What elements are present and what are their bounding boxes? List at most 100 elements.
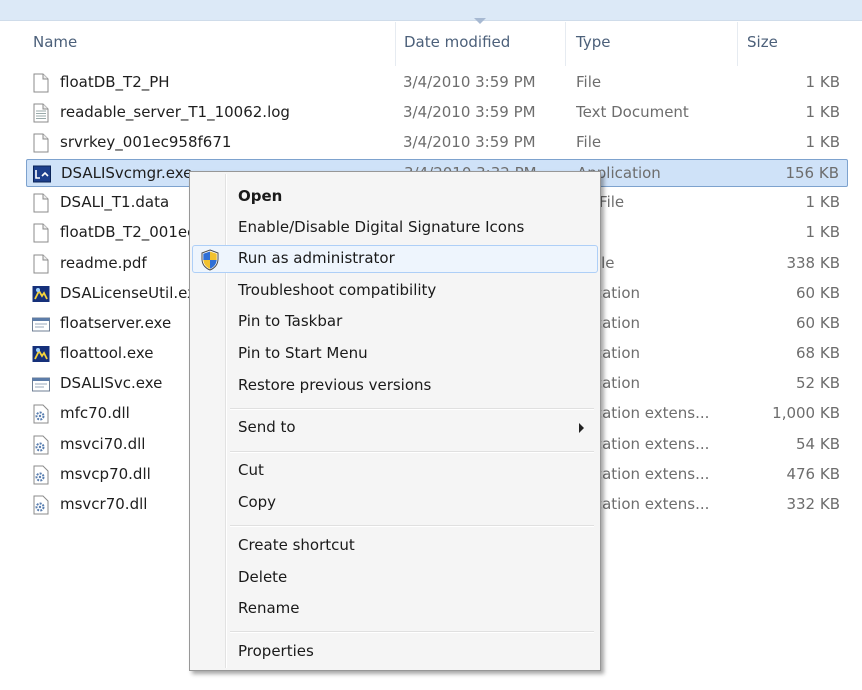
text-document-icon xyxy=(32,103,50,123)
file-type: plication xyxy=(576,374,641,392)
file-name: DSALicenseUtil.ex xyxy=(60,284,196,302)
dll-gear-icon xyxy=(32,435,50,455)
file-size: 1,000 KB xyxy=(772,404,840,422)
file-type: plication xyxy=(576,314,641,332)
file-size: 1 KB xyxy=(805,133,840,151)
file-date-modified: 3/4/2010 3:59 PM xyxy=(403,73,536,91)
file-type: plication extens... xyxy=(576,465,710,483)
menu-item-pin-to-start-menu[interactable]: Pin to Start Menu xyxy=(192,340,598,368)
column-header-type[interactable]: Type xyxy=(566,22,738,66)
menu-item-create-shortcut[interactable]: Create shortcut xyxy=(192,532,598,560)
file-type: plication xyxy=(576,344,641,362)
file-name: floatDB_T2_PH xyxy=(60,73,170,91)
file-type: TA File xyxy=(576,193,625,211)
menu-item-rename[interactable]: Rename xyxy=(192,595,598,623)
menu-item-properties[interactable]: Properties xyxy=(192,638,598,666)
file-type: plication extens... xyxy=(576,404,710,422)
file-size: 60 KB xyxy=(796,314,840,332)
file-size: 156 KB xyxy=(785,164,839,182)
menu-item-copy[interactable]: Copy xyxy=(192,489,598,517)
file-type: File xyxy=(576,73,602,91)
window-app-icon xyxy=(32,314,50,334)
blank-file-icon xyxy=(32,73,50,93)
file-size: 1 KB xyxy=(805,193,840,211)
menu-item-open[interactable]: Open xyxy=(192,183,598,211)
file-name: msvcp70.dll xyxy=(60,465,151,483)
uac-shield-icon xyxy=(200,249,220,271)
file-row[interactable]: readable_server_T1_10062.log 3/4/2010 3:5… xyxy=(26,99,848,127)
menu-item-label: Create shortcut xyxy=(238,536,355,554)
menu-item-run-as-administrator[interactable]: Run as administrator xyxy=(192,245,598,273)
file-name: DSALI_T1.data xyxy=(60,193,170,211)
menu-item-label: Cut xyxy=(238,461,264,479)
menu-item-label: Enable/Disable Digital Signature Icons xyxy=(238,218,525,236)
file-size: 332 KB xyxy=(786,495,840,513)
blank-file-icon xyxy=(32,254,50,274)
menu-item-label: Restore previous versions xyxy=(238,376,432,394)
file-name: floatserver.exe xyxy=(60,314,172,332)
submenu-arrow-icon xyxy=(579,423,584,433)
column-header-size[interactable]: Size xyxy=(738,22,848,66)
menu-item-label: Copy xyxy=(238,493,277,511)
menu-item-send-to[interactable]: Send to xyxy=(192,414,598,442)
file-name: DSALISvc.exe xyxy=(60,374,163,392)
file-type: plication extens... xyxy=(576,495,710,513)
file-date-modified: 3/4/2010 3:59 PM xyxy=(403,103,536,121)
column-header-date-modified[interactable]: Date modified xyxy=(396,22,566,66)
blank-file-icon xyxy=(32,133,50,153)
context-menu: Open Enable/Disable Digital Signature Ico… xyxy=(189,171,601,671)
file-name: readme.pdf xyxy=(60,254,147,272)
menu-separator xyxy=(230,408,594,410)
file-size: 1 KB xyxy=(805,103,840,121)
file-type: F File xyxy=(576,254,615,272)
menu-item-label: Delete xyxy=(238,568,288,586)
file-row[interactable]: srvrkey_001ec958f671 3/4/2010 3:59 PM File… xyxy=(26,129,848,157)
dll-gear-icon xyxy=(32,495,50,515)
menu-item-restore-previous-versions[interactable]: Restore previous versions xyxy=(192,372,598,400)
file-type: plication xyxy=(576,284,641,302)
file-size: 476 KB xyxy=(786,465,840,483)
file-size: 338 KB xyxy=(786,254,840,272)
service-manager-app-icon xyxy=(33,164,51,184)
file-name: mfc70.dll xyxy=(60,404,130,422)
file-name: msvci70.dll xyxy=(60,435,146,453)
file-name: srvrkey_001ec958f671 xyxy=(60,133,232,151)
file-size: 1 KB xyxy=(805,223,840,241)
menu-item-label: Send to xyxy=(238,418,296,436)
blank-file-icon xyxy=(32,193,50,213)
menu-item-digital-signature-icons[interactable]: Enable/Disable Digital Signature Icons xyxy=(192,214,598,242)
menu-item-delete[interactable]: Delete xyxy=(192,564,598,592)
file-size: 54 KB xyxy=(796,435,840,453)
menu-item-troubleshoot-compatibility[interactable]: Troubleshoot compatibility xyxy=(192,277,598,305)
license-util-app-icon xyxy=(32,284,50,304)
file-name: DSALISvcmgr.exe xyxy=(61,164,193,182)
file-size: 1 KB xyxy=(805,73,840,91)
blank-file-icon xyxy=(32,223,50,243)
menu-item-label: Troubleshoot compatibility xyxy=(238,281,437,299)
menu-item-cut[interactable]: Cut xyxy=(192,457,598,485)
file-name: readable_server_T1_10062.log xyxy=(60,103,290,121)
file-type: File xyxy=(576,133,602,151)
menu-item-label: Rename xyxy=(238,599,300,617)
menu-separator xyxy=(230,525,594,527)
file-type: Text Document xyxy=(576,103,689,121)
column-header-name[interactable]: Name xyxy=(26,22,396,66)
file-size: 68 KB xyxy=(796,344,840,362)
file-size: 52 KB xyxy=(796,374,840,392)
file-type: Application xyxy=(577,164,661,182)
dll-gear-icon xyxy=(32,404,50,424)
file-type: plication extens... xyxy=(576,435,710,453)
menu-item-label: Properties xyxy=(238,642,314,660)
menu-item-label: Run as administrator xyxy=(238,249,395,267)
file-name: floatDB_T2_001ec xyxy=(60,223,196,241)
menu-item-label: Open xyxy=(238,187,283,205)
file-size: 60 KB xyxy=(796,284,840,302)
window-app-icon xyxy=(32,374,50,394)
file-name: floattool.exe xyxy=(60,344,154,362)
float-tool-app-icon xyxy=(32,344,50,364)
menu-item-pin-to-taskbar[interactable]: Pin to Taskbar xyxy=(192,308,598,336)
menu-separator xyxy=(230,451,594,453)
menu-item-label: Pin to Start Menu xyxy=(238,344,368,362)
file-row[interactable]: floatDB_T2_PH 3/4/2010 3:59 PM File 1 KB xyxy=(26,69,848,97)
file-name: msvcr70.dll xyxy=(60,495,148,513)
